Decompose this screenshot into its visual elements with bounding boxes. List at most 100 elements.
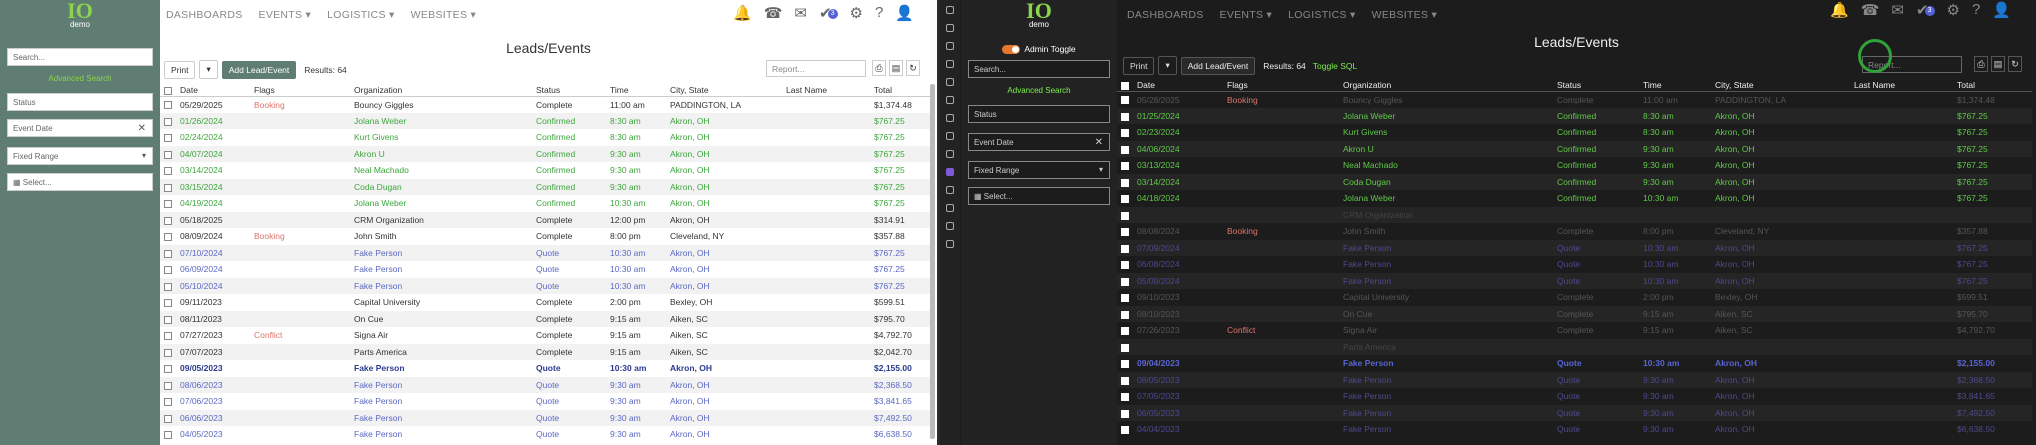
tool-icon[interactable] <box>946 150 954 158</box>
tool-icon[interactable] <box>946 42 954 50</box>
row-checkbox[interactable] <box>164 233 172 241</box>
row-checkbox[interactable] <box>164 332 172 340</box>
table-row[interactable]: 07/27/2023 Conflict Signa Air Complete 9:15 … <box>160 327 930 344</box>
table-row[interactable]: 04/07/2024 Akron U Confirmed 9:30 am Akron, … <box>160 145 930 162</box>
check-icon[interactable]: ✔3 <box>1916 1 1935 19</box>
table-row[interactable]: 09/05/2023 Fake Person Quote 10:30 am Akron,… <box>160 360 930 377</box>
print-dropdown-icon[interactable]: ▾ <box>1158 56 1177 75</box>
row-checkbox[interactable] <box>1121 277 1129 286</box>
cell-organization[interactable]: Jolana Weber <box>1339 190 1553 207</box>
file-icon[interactable]: ▤ <box>889 60 903 76</box>
table-row[interactable]: Parts America <box>1117 338 2032 355</box>
row-checkbox[interactable] <box>1121 162 1129 170</box>
cell-organization[interactable]: Bouncy Giggles <box>350 96 532 113</box>
col-organization[interactable]: Organization <box>350 85 532 97</box>
tool-icon[interactable] <box>946 114 954 122</box>
tool-icon[interactable] <box>946 186 954 194</box>
cell-organization[interactable]: Fake Person <box>1339 256 1553 273</box>
advanced-search-link[interactable]: Advanced Search <box>968 86 1110 95</box>
row-checkbox[interactable] <box>164 315 172 324</box>
fixed-range-select[interactable]: Fixed Range ▾ <box>7 147 153 165</box>
date-range-picker[interactable]: ▦ Select... <box>968 187 1110 205</box>
advanced-search-link[interactable]: Advanced Search <box>7 74 153 83</box>
row-checkbox[interactable] <box>1121 211 1129 220</box>
col-flags[interactable]: Flags <box>250 85 350 97</box>
cell-organization[interactable]: Fake Person <box>350 360 532 377</box>
file-icon[interactable]: ▤ <box>1991 56 2005 72</box>
cell-organization[interactable]: Fake Person <box>1339 404 1553 421</box>
user-icon[interactable]: 👤 <box>895 4 914 22</box>
row-checkbox[interactable] <box>1121 343 1129 352</box>
tool-icon[interactable] <box>946 132 954 140</box>
report-input[interactable]: Report... <box>766 60 866 77</box>
row-checkbox[interactable] <box>1121 96 1129 105</box>
col-last-name[interactable]: Last Name <box>782 85 870 97</box>
cell-organization[interactable]: Coda Dugan <box>350 178 532 195</box>
cell-organization[interactable]: John Smith <box>350 228 532 245</box>
tool-icon[interactable] <box>946 6 954 14</box>
row-checkbox[interactable] <box>164 348 172 357</box>
table-row[interactable]: 05/28/2025 Booking Bouncy Giggles Complete 1… <box>1117 91 2032 108</box>
table-row[interactable]: 03/15/2024 Coda Dugan Confirmed 9:30 am Akro… <box>160 178 930 195</box>
nav-logistics[interactable]: LOGISTICS ▾ <box>1288 9 1356 21</box>
col-total[interactable]: Total <box>1953 80 2032 92</box>
row-checkbox[interactable] <box>1121 195 1129 203</box>
mail-icon[interactable]: ✉ <box>794 4 807 22</box>
tool-icon[interactable] <box>946 240 954 248</box>
row-checkbox[interactable] <box>1121 426 1129 434</box>
table-row[interactable]: 03/14/2024 Coda Dugan Confirmed 9:30 am Akro… <box>1117 173 2032 190</box>
row-checkbox[interactable] <box>164 414 172 423</box>
table-row[interactable]: 03/13/2024 Neal Machado Confirmed 9:30 am Ak… <box>1117 157 2032 174</box>
row-checkbox[interactable] <box>1121 145 1129 154</box>
nav-websites[interactable]: WEBSITES ▾ <box>1372 9 1437 21</box>
row-checkbox[interactable] <box>1121 112 1129 121</box>
table-row[interactable]: 09/04/2023 Fake Person Quote 10:30 am Akron,… <box>1117 355 2032 372</box>
check-icon[interactable]: ✔3 <box>819 4 838 22</box>
cell-organization[interactable]: On Cue <box>350 310 532 327</box>
row-checkbox[interactable] <box>1121 327 1129 335</box>
row-checkbox[interactable] <box>164 266 172 274</box>
event-date-select[interactable]: Event Date ✕ <box>7 119 153 137</box>
print-icon[interactable]: ⎙ <box>872 60 886 76</box>
col-city-state[interactable]: City, State <box>666 85 782 97</box>
row-checkbox[interactable] <box>164 150 172 159</box>
event-date-select[interactable]: Event Date ✕ <box>968 133 1110 151</box>
table-row[interactable]: 05/09/2024 Fake Person Quote 10:30 am Akron,… <box>1117 272 2032 289</box>
row-checkbox[interactable] <box>164 431 172 439</box>
print-button[interactable]: Print <box>1123 56 1155 75</box>
refresh-icon[interactable]: ↻ <box>906 60 920 76</box>
phone-icon[interactable]: ☎ <box>1861 1 1880 19</box>
cell-organization[interactable]: Parts America <box>1339 338 1553 355</box>
cell-organization[interactable]: Fake Person <box>350 376 532 393</box>
table-row[interactable]: 08/06/2023 Fake Person Quote 9:30 am Akron, … <box>160 376 930 393</box>
row-checkbox[interactable] <box>1121 178 1129 187</box>
select-all-checkbox[interactable] <box>164 87 172 95</box>
cell-organization[interactable]: Fake Person <box>350 426 532 443</box>
bell-icon[interactable]: 🔔 <box>733 4 752 22</box>
cell-organization[interactable]: Fake Person <box>1339 239 1553 256</box>
cell-organization[interactable]: John Smith <box>1339 223 1553 240</box>
tool-icon[interactable] <box>946 96 954 104</box>
table-row[interactable]: 03/14/2024 Neal Machado Confirmed 9:30 am Ak… <box>160 162 930 179</box>
toggle-sql-link[interactable]: Toggle SQL <box>1313 61 1357 71</box>
row-checkbox[interactable] <box>1121 409 1129 418</box>
table-row[interactable]: 09/11/2023 Capital University Complete 2:00… <box>160 294 930 311</box>
col-status[interactable]: Status <box>1553 80 1639 92</box>
row-checkbox[interactable] <box>1121 228 1129 236</box>
row-checkbox[interactable] <box>1121 244 1129 253</box>
col-time[interactable]: Time <box>1639 80 1711 92</box>
table-row[interactable]: 01/26/2024 Jolana Weber Confirmed 8:30 am Ak… <box>160 112 930 129</box>
cell-organization[interactable]: Fake Person <box>1339 421 1553 438</box>
gear-icon[interactable]: ⚙ <box>1947 1 1960 19</box>
cell-organization[interactable]: Jolana Weber <box>1339 107 1553 124</box>
gear-icon[interactable]: ⚙ <box>850 4 863 22</box>
row-checkbox[interactable] <box>1121 376 1129 385</box>
bell-icon[interactable]: 🔔 <box>1830 1 1849 19</box>
cell-organization[interactable]: Capital University <box>350 294 532 311</box>
cell-organization[interactable]: CRM Organization <box>350 211 532 228</box>
fixed-range-select[interactable]: Fixed Range ▾ <box>968 161 1110 179</box>
table-row[interactable]: 04/04/2023 Fake Person Quote 9:30 am Akron, … <box>1117 421 2032 438</box>
table-row[interactable]: 06/06/2023 Fake Person Quote 9:30 am Akron, … <box>160 409 930 426</box>
row-checkbox[interactable] <box>164 200 172 208</box>
table-row[interactable]: 09/10/2023 Capital University Complete 2:00… <box>1117 289 2032 306</box>
